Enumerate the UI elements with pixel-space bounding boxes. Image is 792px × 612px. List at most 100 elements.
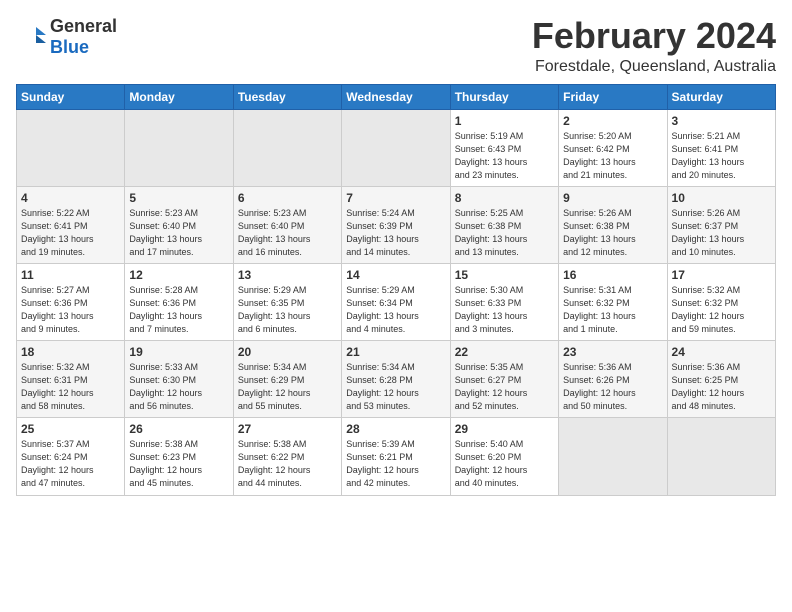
- day-number: 18: [21, 345, 120, 359]
- calendar-header-row: SundayMondayTuesdayWednesdayThursdayFrid…: [17, 84, 776, 109]
- day-info: Sunrise: 5:31 AM Sunset: 6:32 PM Dayligh…: [563, 284, 662, 336]
- calendar-cell: 21 Sunrise: 5:34 AM Sunset: 6:28 PM Dayli…: [342, 341, 450, 418]
- calendar-cell: 23 Sunrise: 5:36 AM Sunset: 6:26 PM Dayli…: [559, 341, 667, 418]
- day-number: 26: [129, 422, 228, 436]
- calendar-cell: 25 Sunrise: 5:37 AM Sunset: 6:24 PM Dayli…: [17, 418, 125, 495]
- calendar-cell: 22 Sunrise: 5:35 AM Sunset: 6:27 PM Dayli…: [450, 341, 558, 418]
- day-info: Sunrise: 5:19 AM Sunset: 6:43 PM Dayligh…: [455, 130, 554, 182]
- calendar-cell: 26Sunrise: 5:38 AM Sunset: 6:23 PM Dayli…: [125, 418, 233, 495]
- calendar-cell: 10 Sunrise: 5:26 AM Sunset: 6:37 PM Dayli…: [667, 186, 775, 263]
- column-header-friday: Friday: [559, 84, 667, 109]
- day-info: Sunrise: 5:21 AM Sunset: 6:41 PM Dayligh…: [672, 130, 771, 182]
- calendar-cell: 27 Sunrise: 5:38 AM Sunset: 6:22 PM Dayli…: [233, 418, 341, 495]
- title-area: February 2024 Forestdale, Queensland, Au…: [532, 16, 776, 76]
- logo: General Blue: [16, 16, 117, 58]
- logo-general: General: [50, 16, 117, 36]
- calendar-cell: [125, 109, 233, 186]
- day-number: 22: [455, 345, 554, 359]
- calendar-cell: 28 Sunrise: 5:39 AM Sunset: 6:21 PM Dayli…: [342, 418, 450, 495]
- day-info: Sunrise: 5:32 AM Sunset: 6:31 PM Dayligh…: [21, 361, 120, 413]
- calendar-cell: 17Sunrise: 5:32 AM Sunset: 6:32 PM Dayli…: [667, 263, 775, 340]
- day-number: 27: [238, 422, 337, 436]
- day-info: Sunrise: 5:23 AM Sunset: 6:40 PM Dayligh…: [129, 207, 228, 259]
- day-info: Sunrise: 5:39 AM Sunset: 6:21 PM Dayligh…: [346, 438, 445, 490]
- calendar-table: SundayMondayTuesdayWednesdayThursdayFrid…: [16, 84, 776, 496]
- logo-icon: [16, 25, 46, 49]
- calendar-cell: 15Sunrise: 5:30 AM Sunset: 6:33 PM Dayli…: [450, 263, 558, 340]
- calendar-cell: 14 Sunrise: 5:29 AM Sunset: 6:34 PM Dayli…: [342, 263, 450, 340]
- calendar-cell: 5 Sunrise: 5:23 AM Sunset: 6:40 PM Daylig…: [125, 186, 233, 263]
- day-info: Sunrise: 5:36 AM Sunset: 6:25 PM Dayligh…: [672, 361, 771, 413]
- calendar-cell: [233, 109, 341, 186]
- day-info: Sunrise: 5:36 AM Sunset: 6:26 PM Dayligh…: [563, 361, 662, 413]
- column-header-saturday: Saturday: [667, 84, 775, 109]
- day-number: 12: [129, 268, 228, 282]
- day-number: 10: [672, 191, 771, 205]
- calendar-cell: 7Sunrise: 5:24 AM Sunset: 6:39 PM Daylig…: [342, 186, 450, 263]
- day-info: Sunrise: 5:20 AM Sunset: 6:42 PM Dayligh…: [563, 130, 662, 182]
- header: General Blue February 2024 Forestdale, Q…: [16, 16, 776, 76]
- day-number: 4: [21, 191, 120, 205]
- calendar-cell: 2 Sunrise: 5:20 AM Sunset: 6:42 PM Daylig…: [559, 109, 667, 186]
- calendar-cell: 12Sunrise: 5:28 AM Sunset: 6:36 PM Dayli…: [125, 263, 233, 340]
- day-info: Sunrise: 5:35 AM Sunset: 6:27 PM Dayligh…: [455, 361, 554, 413]
- day-number: 25: [21, 422, 120, 436]
- day-info: Sunrise: 5:26 AM Sunset: 6:37 PM Dayligh…: [672, 207, 771, 259]
- calendar-cell: 16 Sunrise: 5:31 AM Sunset: 6:32 PM Dayli…: [559, 263, 667, 340]
- day-info: Sunrise: 5:38 AM Sunset: 6:22 PM Dayligh…: [238, 438, 337, 490]
- calendar-week-row: 1Sunrise: 5:19 AM Sunset: 6:43 PM Daylig…: [17, 109, 776, 186]
- day-number: 11: [21, 268, 120, 282]
- day-info: Sunrise: 5:29 AM Sunset: 6:34 PM Dayligh…: [346, 284, 445, 336]
- day-info: Sunrise: 5:40 AM Sunset: 6:20 PM Dayligh…: [455, 438, 554, 490]
- location-title: Forestdale, Queensland, Australia: [532, 58, 776, 76]
- day-info: Sunrise: 5:32 AM Sunset: 6:32 PM Dayligh…: [672, 284, 771, 336]
- calendar-week-row: 25 Sunrise: 5:37 AM Sunset: 6:24 PM Dayli…: [17, 418, 776, 495]
- day-info: Sunrise: 5:30 AM Sunset: 6:33 PM Dayligh…: [455, 284, 554, 336]
- calendar-cell: 1Sunrise: 5:19 AM Sunset: 6:43 PM Daylig…: [450, 109, 558, 186]
- day-number: 19: [129, 345, 228, 359]
- day-number: 2: [563, 114, 662, 128]
- day-number: 6: [238, 191, 337, 205]
- day-info: Sunrise: 5:37 AM Sunset: 6:24 PM Dayligh…: [21, 438, 120, 490]
- calendar-cell: 19 Sunrise: 5:33 AM Sunset: 6:30 PM Dayli…: [125, 341, 233, 418]
- day-number: 5: [129, 191, 228, 205]
- day-info: Sunrise: 5:22 AM Sunset: 6:41 PM Dayligh…: [21, 207, 120, 259]
- day-number: 14: [346, 268, 445, 282]
- day-number: 3: [672, 114, 771, 128]
- day-info: Sunrise: 5:33 AM Sunset: 6:30 PM Dayligh…: [129, 361, 228, 413]
- day-info: Sunrise: 5:27 AM Sunset: 6:36 PM Dayligh…: [21, 284, 120, 336]
- column-header-tuesday: Tuesday: [233, 84, 341, 109]
- calendar-cell: 24 Sunrise: 5:36 AM Sunset: 6:25 PM Dayli…: [667, 341, 775, 418]
- calendar-cell: [17, 109, 125, 186]
- day-number: 24: [672, 345, 771, 359]
- calendar-cell: [559, 418, 667, 495]
- day-info: Sunrise: 5:26 AM Sunset: 6:38 PM Dayligh…: [563, 207, 662, 259]
- day-number: 16: [563, 268, 662, 282]
- calendar-cell: 29 Sunrise: 5:40 AM Sunset: 6:20 PM Dayli…: [450, 418, 558, 495]
- day-number: 29: [455, 422, 554, 436]
- day-number: 28: [346, 422, 445, 436]
- logo-text: General Blue: [50, 16, 117, 58]
- day-number: 9: [563, 191, 662, 205]
- calendar-week-row: 4 Sunrise: 5:22 AM Sunset: 6:41 PM Daylig…: [17, 186, 776, 263]
- month-title: February 2024: [532, 16, 776, 56]
- day-info: Sunrise: 5:24 AM Sunset: 6:39 PM Dayligh…: [346, 207, 445, 259]
- day-number: 23: [563, 345, 662, 359]
- column-header-thursday: Thursday: [450, 84, 558, 109]
- calendar-cell: 8Sunrise: 5:25 AM Sunset: 6:38 PM Daylig…: [450, 186, 558, 263]
- calendar-week-row: 11 Sunrise: 5:27 AM Sunset: 6:36 PM Dayli…: [17, 263, 776, 340]
- calendar-cell: 3 Sunrise: 5:21 AM Sunset: 6:41 PM Daylig…: [667, 109, 775, 186]
- calendar-cell: [667, 418, 775, 495]
- day-info: Sunrise: 5:34 AM Sunset: 6:28 PM Dayligh…: [346, 361, 445, 413]
- calendar-week-row: 18 Sunrise: 5:32 AM Sunset: 6:31 PM Dayli…: [17, 341, 776, 418]
- calendar-cell: 20Sunrise: 5:34 AM Sunset: 6:29 PM Dayli…: [233, 341, 341, 418]
- day-info: Sunrise: 5:25 AM Sunset: 6:38 PM Dayligh…: [455, 207, 554, 259]
- column-header-sunday: Sunday: [17, 84, 125, 109]
- day-number: 21: [346, 345, 445, 359]
- day-number: 20: [238, 345, 337, 359]
- calendar-cell: 4 Sunrise: 5:22 AM Sunset: 6:41 PM Daylig…: [17, 186, 125, 263]
- day-info: Sunrise: 5:23 AM Sunset: 6:40 PM Dayligh…: [238, 207, 337, 259]
- column-header-wednesday: Wednesday: [342, 84, 450, 109]
- calendar-cell: 9 Sunrise: 5:26 AM Sunset: 6:38 PM Daylig…: [559, 186, 667, 263]
- calendar-cell: 13Sunrise: 5:29 AM Sunset: 6:35 PM Dayli…: [233, 263, 341, 340]
